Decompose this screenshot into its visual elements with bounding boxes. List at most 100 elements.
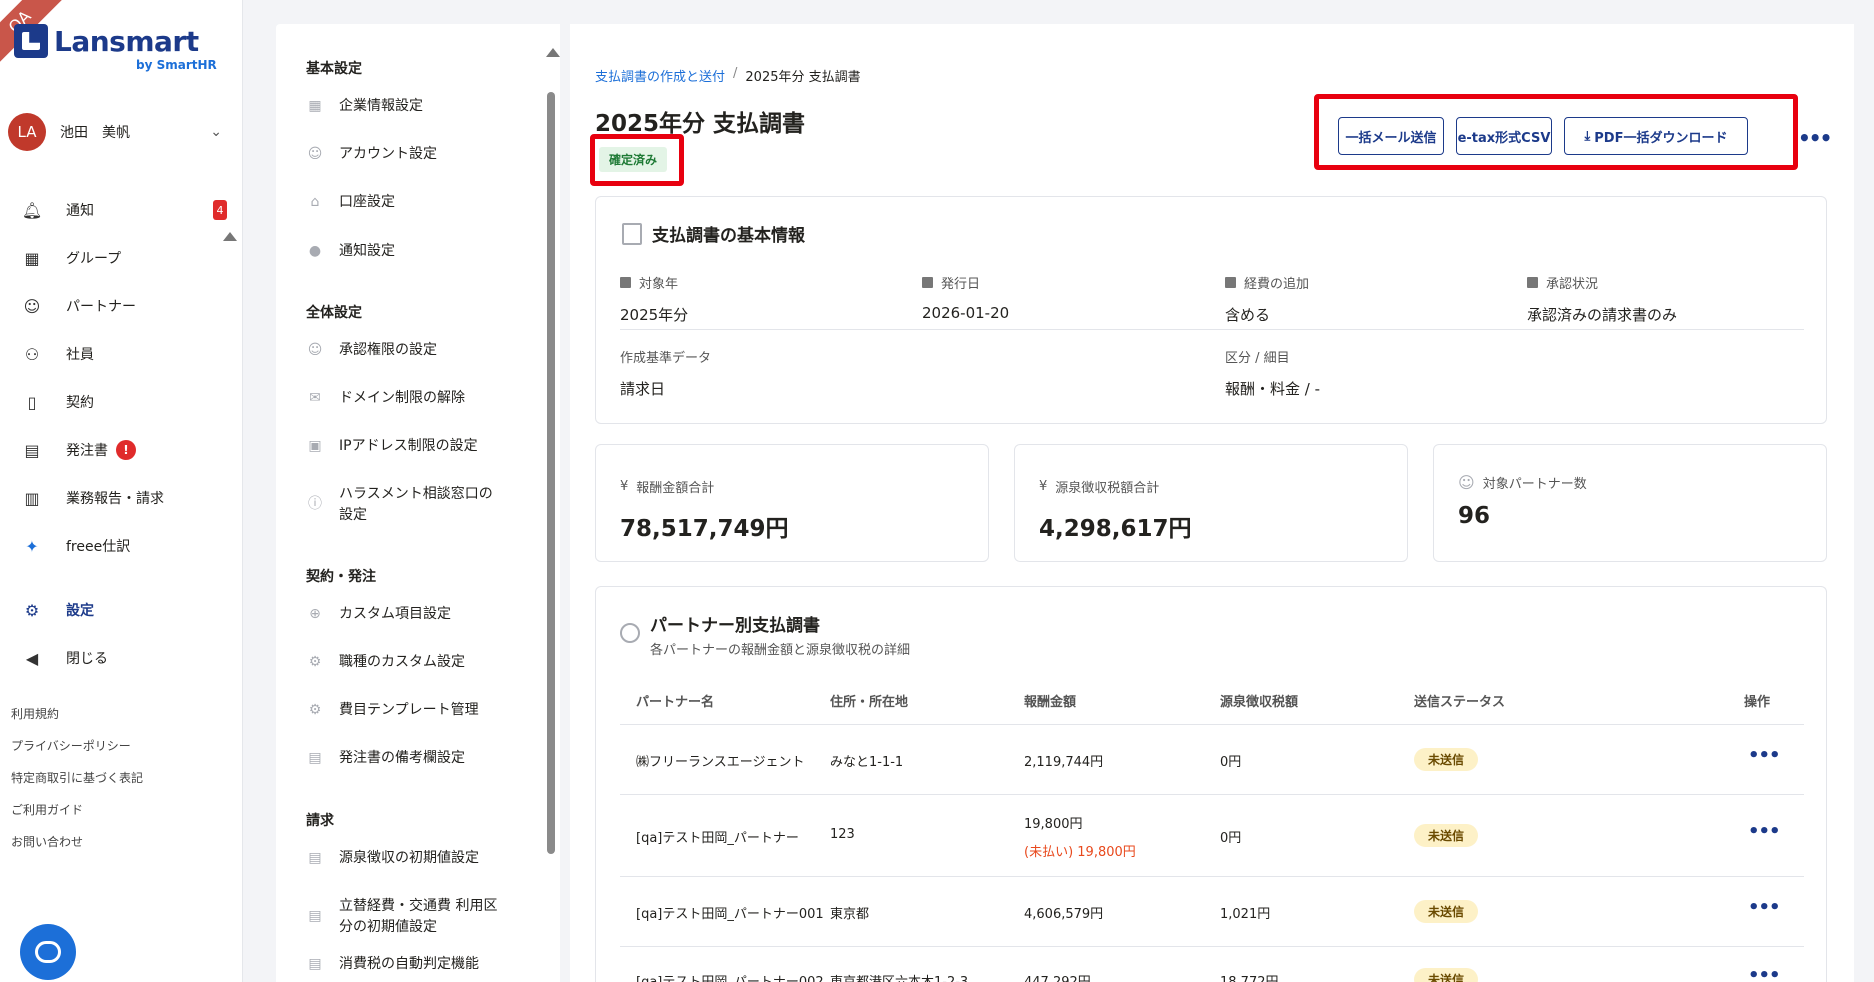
stat-card-total-amount: ¥ 報酬金額合計 78,517,749円 — [595, 444, 989, 562]
brand-name: Lansmart — [54, 24, 199, 58]
field-value: 含める — [1225, 306, 1271, 324]
partner-address: 東京都 — [830, 907, 870, 922]
settings-item-notification[interactable]: ● 通知設定 — [306, 241, 506, 262]
scroll-up-arrow[interactable] — [546, 48, 560, 57]
building-icon: ▦ — [308, 97, 322, 114]
field-value: 報酬・料金 / - — [1225, 380, 1321, 398]
calendar-icon — [1527, 277, 1538, 288]
nav-label: freee仕訳 — [66, 539, 131, 555]
footer-link[interactable]: ご利用ガイド — [11, 794, 143, 826]
breadcrumb-link[interactable]: 支払調書の作成と送付 — [595, 66, 725, 85]
footer-link[interactable]: お問い合わせ — [11, 826, 143, 858]
calendar-icon — [620, 277, 631, 288]
settings-section-title: 全体設定 — [306, 305, 362, 321]
column-header: パートナー名 — [636, 695, 715, 710]
row-more-icon[interactable]: ••• — [1748, 965, 1781, 982]
settings-item-consumption-tax[interactable]: ▤ 消費税の自動判定機能 — [306, 954, 506, 975]
row-more-icon[interactable]: ••• — [1748, 897, 1781, 918]
brand-sub: by SmartHR — [136, 58, 217, 72]
stat-label: 源泉徴収税額合計 — [1055, 481, 1160, 496]
settings-item-harassment[interactable]: ⓘ ハラスメント相談窓口の設定 — [306, 484, 506, 526]
partner-amount: 4,606,579円 — [1024, 907, 1104, 922]
partner-table-subtitle: 各パートナーの報酬金額と源泉徴収税の詳細 — [650, 643, 911, 658]
field-approval-status: 承認状況 承認済みの請求書のみ — [1527, 273, 1677, 325]
bulk-mail-button[interactable]: 一括メール送信 — [1338, 117, 1444, 155]
settings-item-account[interactable]: ☺ アカウント設定 — [306, 144, 506, 165]
nav-item-partners[interactable]: ☺ パートナー — [0, 282, 243, 330]
field-add-expense: 経費の追加 含める — [1225, 273, 1309, 325]
stat-value: 4,298,617円 — [1039, 516, 1192, 542]
settings-item-bank[interactable]: ⌂ 口座設定 — [306, 192, 506, 213]
footer-link[interactable]: 利用規約 — [11, 698, 143, 730]
basic-info-heading: 支払調書の基本情報 — [622, 221, 805, 246]
field-category: 区分 / 細目 報酬・料金 / - — [1225, 347, 1320, 399]
download-icon: ⤓ — [1584, 128, 1591, 144]
nav-label: 契約 — [66, 395, 94, 411]
basic-info-card: 支払調書の基本情報 対象年 2025年分 発行日 2026-01-20 経費の追… — [595, 196, 1827, 424]
nav-label: 発注書 — [66, 443, 108, 459]
nav-item-work-reports[interactable]: ▥ 業務報告・請求 — [0, 474, 243, 522]
stat-label: 報酬金額合計 — [636, 481, 715, 496]
user-gear-icon: ☺ — [307, 341, 323, 358]
nav-item-contracts[interactable]: ▯ 契約 — [0, 378, 243, 426]
settings-item-job-types[interactable]: ⚙ 職種のカスタム設定 — [306, 652, 506, 673]
brand-logo[interactable]: Lansmart — [14, 24, 199, 58]
field-label: 作成基準データ — [620, 351, 712, 366]
nav-item-freee[interactable]: ✦ freee仕訳 — [0, 522, 243, 570]
nav-item-settings[interactable]: ⚙ 設定 — [0, 586, 243, 634]
ip-icon: ▣ — [308, 437, 322, 454]
field-label: 承認状況 — [1546, 277, 1599, 292]
footer-link[interactable]: プライバシーポリシー — [11, 730, 143, 762]
nav-scroll-up-arrow[interactable] — [223, 232, 237, 241]
etax-csv-button[interactable]: e-tax形式CSV — [1456, 117, 1552, 155]
settings-item-withholding[interactable]: ▤ 源泉徴収の初期値設定 — [306, 848, 506, 869]
scroll-thumb[interactable] — [547, 92, 555, 854]
nav-item-close[interactable]: ◀ 閉じる — [0, 634, 243, 682]
document-icon: ▤ — [308, 849, 322, 866]
field-value: 2026-01-20 — [922, 304, 1010, 322]
row-more-icon[interactable]: ••• — [1748, 745, 1781, 766]
field-label: 発行日 — [941, 277, 981, 292]
partner-icon: ☺ — [1458, 473, 1475, 492]
settings-item-custom-fields[interactable]: ⊕ カスタム項目設定 — [306, 604, 506, 625]
settings-item-company[interactable]: ▦ 企業情報設定 — [306, 96, 506, 117]
global-sidebar: QA Lansmart by SmartHR LA 池田 美帆 ⌄ 🔔︎ 通知 … — [0, 0, 243, 982]
user-menu[interactable]: LA 池田 美帆 ⌄ — [8, 112, 230, 152]
field-basis-data: 作成基準データ 請求日 — [620, 347, 711, 399]
contract-icon: ▯ — [27, 392, 37, 412]
footer-link[interactable]: 特定商取引に基づく表記 — [11, 762, 143, 794]
breadcrumb-separator: / — [733, 66, 738, 81]
settings-item-ip[interactable]: ▣ IPアドレス制限の設定 — [306, 436, 506, 457]
settings-item-reimbursement[interactable]: ▤ 立替経費・交通費 利用区分の初期値設定 — [306, 896, 506, 938]
settings-item-expense-template[interactable]: ⚙ 費目テンプレート管理 — [306, 700, 506, 721]
nav-label: 設定 — [66, 603, 94, 619]
pdf-download-button[interactable]: ⤓ PDF一括ダウンロード — [1564, 117, 1748, 155]
field-target-year: 対象年 2025年分 — [620, 273, 688, 325]
yen-icon: ¥ — [620, 479, 629, 494]
settings-section-title: 契約・発注 — [306, 569, 376, 585]
document-icon: ▤ — [24, 440, 40, 460]
nav-item-purchase-orders[interactable]: ▤ 発注書 ! — [0, 426, 243, 474]
settings-item-approval[interactable]: ☺ 承認権限の設定 — [306, 340, 506, 361]
settings-menu: 基本設定 ▦ 企業情報設定 ☺ アカウント設定 ⌂ 口座設定 ● 通知設定 全体設定 ☺… — [276, 24, 560, 982]
document-icon: ▤ — [308, 955, 322, 972]
partner-name: ㈱フリーランスエージェント — [636, 755, 805, 770]
footer-links: 利用規約 プライバシーポリシー 特定商取引に基づく表記 ご利用ガイド お問い合わ… — [11, 698, 143, 858]
notification-count-badge: 4 — [213, 200, 227, 220]
more-options-icon[interactable]: ••• — [1798, 126, 1832, 150]
chat-support-button[interactable] — [20, 924, 76, 980]
page-title: 2025年分 支払調書 — [595, 111, 806, 137]
table-row: [qa]テスト田岡_パートナー002 東京都港区六本木1-2-3 447,292… — [620, 947, 1804, 982]
row-more-icon[interactable]: ••• — [1748, 821, 1781, 842]
settings-scrollbar[interactable] — [544, 48, 560, 982]
settings-item-po-notes[interactable]: ▤ 発注書の備考欄設定 — [306, 748, 506, 769]
partner-amount: 447,292円 — [1024, 971, 1091, 982]
table-row: [qa]テスト田岡_パートナー001 東京都 4,606,579円 1,021円… — [620, 877, 1804, 947]
nav-item-groups[interactable]: ▦ グループ — [0, 234, 243, 282]
settings-item-domain[interactable]: ✉ ドメイン制限の解除 — [306, 388, 506, 409]
nav-label: グループ — [66, 251, 122, 267]
nav-item-employees[interactable]: ⚇ 社員 — [0, 330, 243, 378]
stat-card-partner-count: ☺ 対象パートナー数 96 — [1433, 444, 1827, 562]
field-value: 承認済みの請求書のみ — [1527, 306, 1678, 324]
nav-item-notifications[interactable]: 🔔︎ 通知 4 — [0, 186, 243, 234]
